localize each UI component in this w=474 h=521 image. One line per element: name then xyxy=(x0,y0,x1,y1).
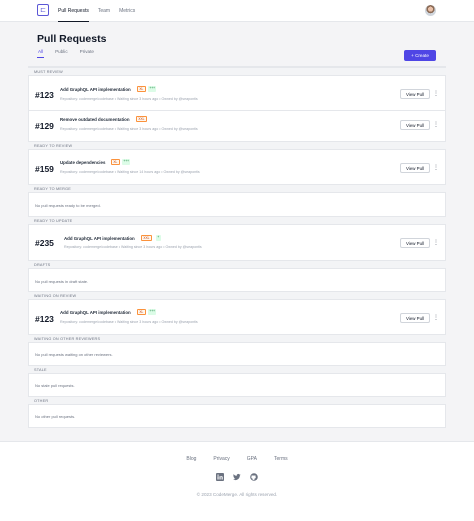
github-icon[interactable] xyxy=(250,473,258,481)
pr-meta: Repository: codemerge/codebase • Waiting… xyxy=(64,245,202,249)
pr-title[interactable]: Add GraphQL API implementation xyxy=(60,87,131,92)
section-heading: OTHER xyxy=(34,399,49,403)
diff-badge: +++ xyxy=(122,159,131,165)
pr-number: #123 xyxy=(35,314,54,324)
footer-link-terms[interactable]: Terms xyxy=(274,456,288,462)
pr-title[interactable]: Remove outdated documentation xyxy=(60,117,130,122)
visibility-tabs: All Public Private xyxy=(37,49,95,58)
linkedin-icon[interactable] xyxy=(216,473,224,481)
pr-number: #159 xyxy=(35,164,54,174)
section-drafts: DRAFTS xyxy=(28,260,446,269)
section-waiting-on-review: WAITING ON REVIEW xyxy=(28,291,446,300)
tab-public[interactable]: Public xyxy=(54,49,69,58)
more-options-icon[interactable]: ⋮ xyxy=(433,238,439,248)
pr-number: #129 xyxy=(35,121,54,131)
more-options-icon[interactable]: ⋮ xyxy=(433,313,439,323)
section-waiting-on-other-reviewers: WAITING ON OTHER REVIEWERS xyxy=(28,334,446,343)
pr-meta: Repository: codemerge/codebase • Waiting… xyxy=(60,97,198,101)
view-pull-button[interactable]: View Pull xyxy=(400,89,430,99)
diff-badge: + xyxy=(156,235,161,241)
section-heading: WAITING ON OTHER REVIEWERS xyxy=(34,337,101,341)
section-heading: READY TO MERGE xyxy=(34,187,71,191)
section-other: OTHER xyxy=(28,396,446,405)
row-divider xyxy=(28,110,446,111)
size-badge: XXL xyxy=(141,235,152,241)
footer-link-blog[interactable]: Blog xyxy=(186,456,196,462)
app-logo-icon[interactable]: ⊏ xyxy=(37,4,49,16)
pr-title[interactable]: Add GraphQL API implementation xyxy=(64,236,135,241)
copyright-text: © 2023 CodeMerge. All rights reserved. xyxy=(196,492,278,497)
tab-private[interactable]: Private xyxy=(79,49,95,58)
empty-state: No pull requests in draft state. xyxy=(35,279,89,284)
section-heading: READY TO UPDATE xyxy=(34,219,73,223)
nav-pull-requests[interactable]: Pull Requests xyxy=(58,0,89,22)
view-pull-button[interactable]: View Pull xyxy=(400,238,430,248)
size-badge: XL xyxy=(137,86,146,92)
empty-state: No other pull requests. xyxy=(35,414,76,419)
view-pull-button[interactable]: View Pull xyxy=(400,120,430,130)
footer-links: Blog Privacy GPA Terms xyxy=(0,456,474,462)
section-heading: MUST REVIEW xyxy=(34,70,63,74)
more-options-icon[interactable]: ⋮ xyxy=(433,163,439,173)
section-heading: READY TO REVIEW xyxy=(34,144,73,148)
section-stale: STALE xyxy=(28,365,446,374)
section-heading: DRAFTS xyxy=(34,263,51,267)
create-button[interactable]: + Create xyxy=(404,50,436,61)
twitter-icon[interactable] xyxy=(233,473,241,481)
nav-team[interactable]: Team xyxy=(98,0,110,22)
empty-state: No pull requests waiting on other review… xyxy=(35,352,113,357)
tab-all[interactable]: All xyxy=(37,49,45,58)
size-badge: XXL xyxy=(136,116,147,122)
pr-meta: Repository: codemerge/codebase • Waiting… xyxy=(60,320,198,324)
section-must-review: MUST REVIEW xyxy=(28,67,446,76)
diff-badge: +++ xyxy=(148,86,157,92)
empty-state: No stale pull requests. xyxy=(35,383,75,388)
section-ready-to-update: READY TO UPDATE xyxy=(28,216,446,225)
section-heading: STALE xyxy=(34,368,47,372)
more-options-icon[interactable]: ⋮ xyxy=(433,120,439,130)
social-links xyxy=(0,473,474,481)
pr-title[interactable]: Add GraphQL API implementation xyxy=(60,310,131,315)
pr-meta: Repository: codemerge/codebase • Waiting… xyxy=(60,170,200,174)
top-navigation-bar: ⊏ Pull Requests Team Metrics xyxy=(0,0,474,22)
section-ready-to-review: READY TO REVIEW xyxy=(28,141,446,150)
pr-number: #235 xyxy=(35,238,54,248)
empty-state: No pull requests ready to be merged. xyxy=(35,203,101,208)
pr-title[interactable]: Update dependencies xyxy=(60,160,105,165)
pr-number: #123 xyxy=(35,90,54,100)
diff-badge: +++ xyxy=(148,309,157,315)
user-avatar[interactable] xyxy=(425,5,436,16)
size-badge: XL xyxy=(111,159,120,165)
view-pull-button[interactable]: View Pull xyxy=(400,163,430,173)
footer-link-privacy[interactable]: Privacy xyxy=(213,456,229,462)
section-heading: WAITING ON REVIEW xyxy=(34,294,77,298)
size-badge: XL xyxy=(137,309,146,315)
more-options-icon[interactable]: ⋮ xyxy=(433,89,439,99)
view-pull-button[interactable]: View Pull xyxy=(400,313,430,323)
pr-meta: Repository: codemerge/codebase • Waiting… xyxy=(60,127,198,131)
page-title: Pull Requests xyxy=(37,33,107,45)
section-ready-to-merge: READY TO MERGE xyxy=(28,184,446,193)
nav-metrics[interactable]: Metrics xyxy=(119,0,135,22)
footer-link-gpa[interactable]: GPA xyxy=(247,456,257,462)
top-nav: Pull Requests Team Metrics xyxy=(58,0,135,22)
